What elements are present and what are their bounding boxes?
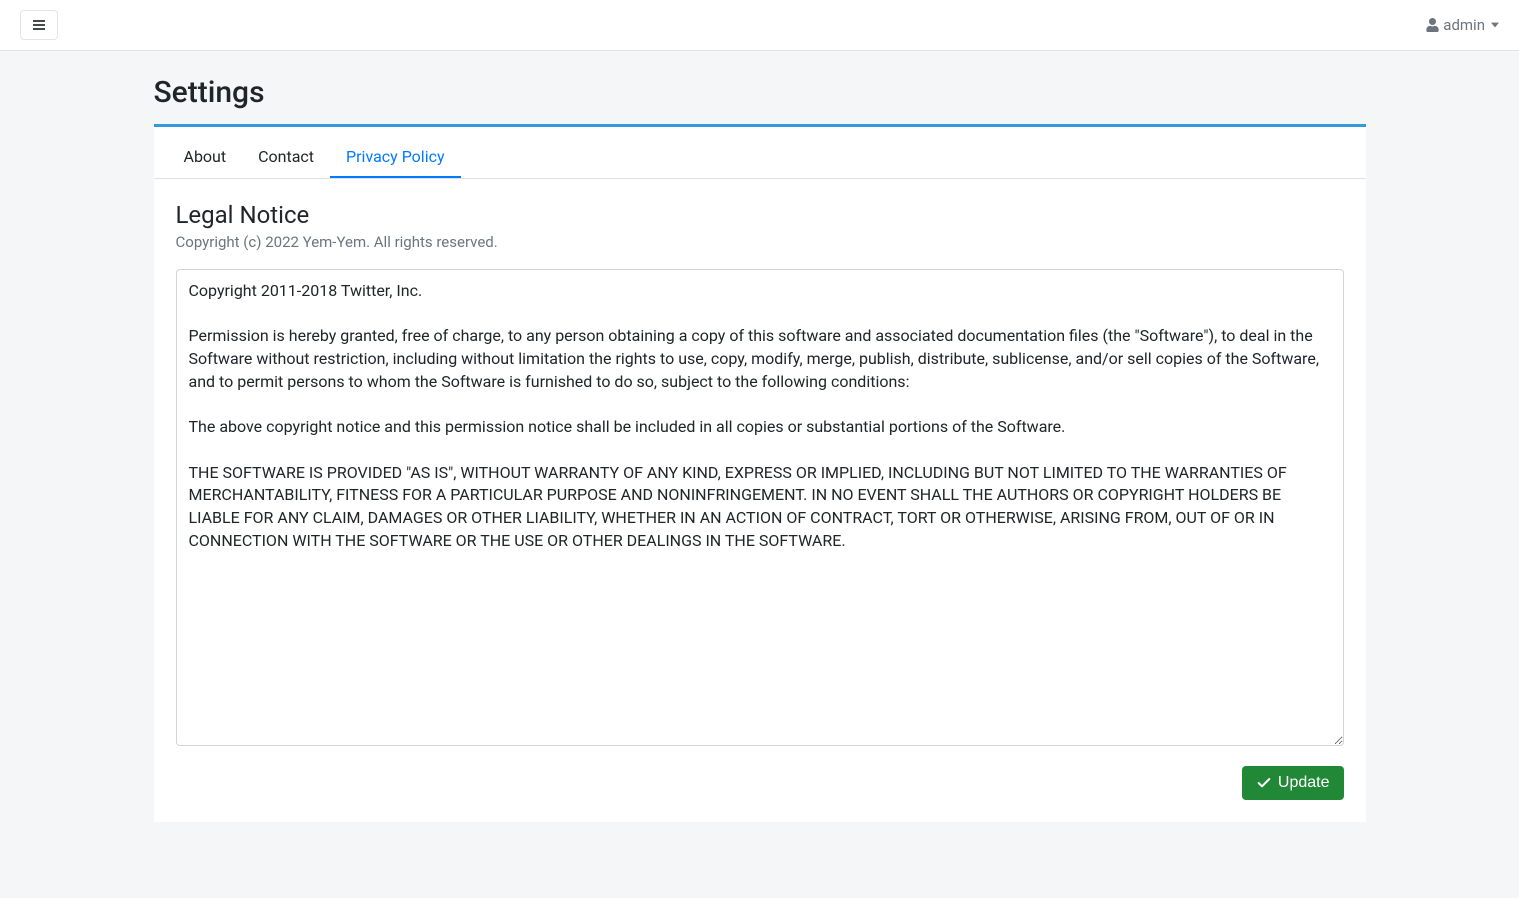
legal-notice-textarea[interactable] <box>176 269 1344 746</box>
check-icon <box>1256 775 1272 791</box>
tab-contact[interactable]: Contact <box>242 135 330 178</box>
card-body: Legal Notice Copyright (c) 2022 Yem-Yem.… <box>154 179 1366 822</box>
menu-toggle-button[interactable] <box>20 10 58 40</box>
user-icon <box>1426 18 1439 32</box>
settings-card: About Contact Privacy Policy Legal Notic… <box>154 124 1366 822</box>
tabs-nav: About Contact Privacy Policy <box>154 135 1366 179</box>
action-row: Update <box>176 766 1344 800</box>
update-button[interactable]: Update <box>1242 766 1344 800</box>
page-title: Settings <box>154 75 1366 110</box>
tab-privacy-policy[interactable]: Privacy Policy <box>330 135 461 178</box>
user-menu-dropdown[interactable]: admin <box>1426 16 1499 34</box>
caret-down-icon <box>1491 21 1499 29</box>
section-subtitle: Copyright (c) 2022 Yem-Yem. All rights r… <box>176 233 1344 251</box>
user-label: admin <box>1443 16 1485 34</box>
hamburger-icon <box>31 17 47 33</box>
tab-about[interactable]: About <box>168 135 243 178</box>
top-navbar: admin <box>0 0 1519 51</box>
main-container: Settings About Contact Privacy Policy Le… <box>100 51 1420 846</box>
section-title: Legal Notice <box>176 201 1344 229</box>
update-button-label: Update <box>1278 774 1330 792</box>
